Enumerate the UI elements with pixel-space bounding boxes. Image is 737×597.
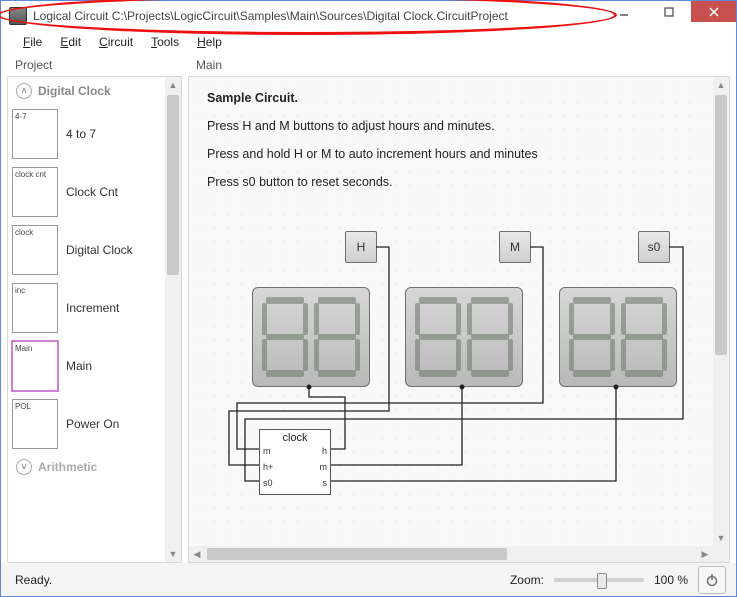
- thumb-digitalclock: clock: [12, 225, 58, 275]
- zoom-value: 100 %: [654, 573, 688, 587]
- menu-tools[interactable]: Tools: [143, 33, 187, 51]
- accordion-arithmetic[interactable]: ˅ Arithmetic: [8, 453, 181, 481]
- status-text: Ready.: [15, 573, 52, 587]
- scroll-up-icon[interactable]: ▲: [713, 77, 729, 93]
- chevron-down-icon: ˅: [16, 459, 32, 475]
- seven-seg-digit: [568, 294, 616, 380]
- scroll-left-icon[interactable]: ◀: [189, 546, 205, 562]
- app-window: Logical Circuit C:\Projects\LogicCircuit…: [0, 0, 737, 597]
- tree-item-digitalclock[interactable]: clock Digital Clock: [8, 221, 181, 279]
- port-s0-in: s0: [263, 478, 273, 488]
- zoom-label: Zoom:: [510, 573, 544, 587]
- scroll-right-icon[interactable]: ▶: [697, 546, 713, 562]
- seven-seg-digit: [313, 294, 361, 380]
- chevron-up-icon: ˄: [16, 83, 32, 99]
- seven-seg-digit: [414, 294, 462, 380]
- maximize-icon: [664, 7, 674, 17]
- port-m-out: m: [320, 462, 328, 472]
- scroll-thumb[interactable]: [207, 548, 507, 560]
- circuit-area: H M s0: [189, 227, 713, 546]
- tree-label: Power On: [66, 417, 119, 431]
- project-pane-label: Project: [7, 56, 182, 76]
- desc-title: Sample Circuit.: [207, 91, 298, 105]
- menu-bar: File Edit Circuit Tools Help: [1, 31, 736, 54]
- circuit-canvas[interactable]: Sample Circuit. Press H and M buttons to…: [189, 77, 713, 546]
- close-icon: [709, 7, 719, 17]
- tree-item-main[interactable]: Main Main: [8, 337, 181, 395]
- scroll-down-icon[interactable]: ▼: [165, 546, 181, 562]
- clock-component[interactable]: clock m h+ s0 h m s: [259, 429, 331, 495]
- seven-seg-digit: [620, 294, 668, 380]
- tree-label: Increment: [66, 301, 119, 315]
- display-hours: [252, 287, 370, 387]
- power-button[interactable]: [698, 566, 726, 594]
- scroll-thumb[interactable]: [715, 95, 727, 355]
- tree-item-increment[interactable]: inc Increment: [8, 279, 181, 337]
- accordion-label: Arithmetic: [38, 460, 97, 474]
- circuit-button-s0[interactable]: s0: [638, 231, 670, 263]
- scroll-corner: [713, 546, 729, 562]
- tree-item-clockcnt[interactable]: clock cnt Clock Cnt: [8, 163, 181, 221]
- canvas-vscrollbar[interactable]: ▲ ▼: [713, 77, 729, 546]
- main-pane: Main Sample Circuit. Press H and M butto…: [188, 56, 730, 563]
- desc-line2: Press and hold H or M to auto increment …: [207, 147, 693, 161]
- tree-label: Clock Cnt: [66, 185, 118, 199]
- seven-seg-digit: [261, 294, 309, 380]
- display-seconds: [559, 287, 677, 387]
- minimize-button[interactable]: [601, 1, 646, 22]
- accordion-digital-clock[interactable]: ˄ Digital Clock: [8, 77, 181, 105]
- port-h-in: h+: [263, 462, 273, 472]
- maximize-button[interactable]: [646, 1, 691, 22]
- tree-item-power[interactable]: POL Power On: [8, 395, 181, 453]
- accordion-label: Digital Clock: [38, 84, 111, 98]
- close-button[interactable]: [691, 1, 736, 22]
- main-pane-label: Main: [188, 56, 730, 76]
- status-bar: Ready. Zoom: 100 %: [1, 563, 736, 596]
- scroll-up-icon[interactable]: ▲: [165, 77, 181, 93]
- seven-seg-digit: [466, 294, 514, 380]
- desc-line3: Press s0 button to reset seconds.: [207, 175, 693, 189]
- menu-file-rest: ile: [30, 35, 42, 49]
- menu-help[interactable]: Help: [189, 33, 230, 51]
- clock-label: clock: [260, 432, 330, 444]
- circuit-button-m[interactable]: M: [499, 231, 531, 263]
- canvas-hscrollbar[interactable]: ◀ ▶: [189, 546, 713, 562]
- project-scrollbar[interactable]: ▲ ▼: [165, 77, 181, 562]
- app-icon: [9, 7, 27, 25]
- power-icon: [705, 573, 719, 587]
- project-tree: ˄ Digital Clock 4-7 4 to 7 clock cnt Clo…: [7, 76, 182, 563]
- tree-label: 4 to 7: [66, 127, 96, 141]
- menu-circuit[interactable]: Circuit: [91, 33, 141, 51]
- tree-label: Digital Clock: [66, 243, 133, 257]
- window-title: Logical Circuit C:\Projects\LogicCircuit…: [33, 9, 601, 23]
- port-h-out: h: [322, 446, 327, 456]
- workspace: Project ˄ Digital Clock 4-7 4 to 7 clock…: [1, 54, 736, 563]
- desc-line1: Press H and M buttons to adjust hours an…: [207, 119, 693, 133]
- tree-item-4to7[interactable]: 4-7 4 to 7: [8, 105, 181, 163]
- project-pane: Project ˄ Digital Clock 4-7 4 to 7 clock…: [7, 56, 182, 563]
- title-bar: Logical Circuit C:\Projects\LogicCircuit…: [1, 1, 736, 31]
- thumb-4to7: 4-7: [12, 109, 58, 159]
- menu-file[interactable]: File: [15, 33, 50, 51]
- minimize-icon: [619, 7, 629, 17]
- circuit-button-h[interactable]: H: [345, 231, 377, 263]
- canvas-container: Sample Circuit. Press H and M buttons to…: [188, 76, 730, 563]
- zoom-slider[interactable]: [554, 578, 644, 582]
- thumb-clockcnt: clock cnt: [12, 167, 58, 217]
- thumb-main: Main: [12, 341, 58, 391]
- zoom-slider-knob[interactable]: [597, 573, 607, 589]
- description: Sample Circuit. Press H and M buttons to…: [207, 91, 693, 203]
- scroll-down-icon[interactable]: ▼: [713, 530, 729, 546]
- scroll-thumb[interactable]: [167, 95, 179, 275]
- thumb-power: POL: [12, 399, 58, 449]
- menu-edit[interactable]: Edit: [52, 33, 89, 51]
- display-minutes: [405, 287, 523, 387]
- port-s-out: s: [323, 478, 328, 488]
- tree-label: Main: [66, 359, 92, 373]
- thumb-increment: inc: [12, 283, 58, 333]
- port-m-in: m: [263, 446, 271, 456]
